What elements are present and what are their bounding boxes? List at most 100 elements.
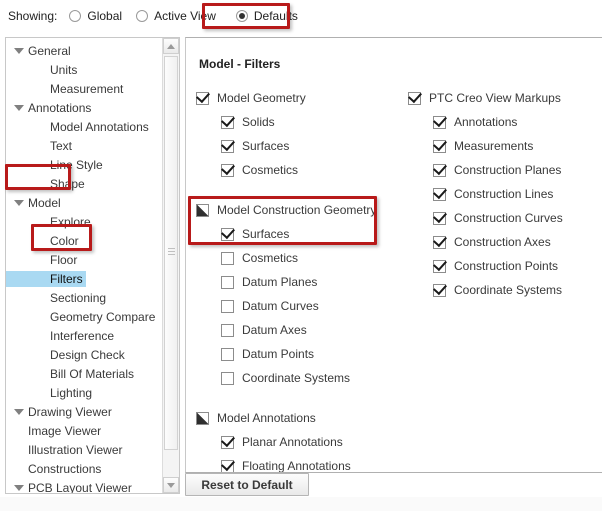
radio-option-defaults[interactable]: Defaults — [230, 6, 307, 26]
checkbox-unchecked-icon[interactable] — [221, 347, 234, 361]
checkbox-row-ptc-creo-view-markups[interactable]: PTC Creo View Markups — [408, 86, 598, 110]
tree-item-sectioning[interactable]: Sectioning — [6, 288, 162, 307]
checkbox-checked-icon[interactable] — [433, 187, 446, 201]
radio-active-view-icon[interactable] — [136, 10, 149, 22]
checkbox-partial-icon[interactable] — [196, 203, 209, 217]
radio-option-active-view[interactable]: Active View — [136, 9, 216, 23]
checkbox-row-coordinate-systems[interactable]: Coordinate Systems — [196, 366, 401, 390]
tree-item-filters[interactable]: Filters — [6, 269, 162, 288]
checkbox-checked-icon[interactable] — [221, 459, 234, 472]
checkbox-unchecked-icon[interactable] — [221, 323, 234, 337]
checkbox-row-datum-points[interactable]: Datum Points — [196, 342, 401, 366]
page-title: Model - Filters — [199, 57, 281, 71]
tree-item-pcb-layout-viewer[interactable]: PCB Layout Viewer — [6, 478, 162, 493]
checkbox-label: PTC Creo View Markups — [429, 91, 561, 105]
checkbox-row-datum-axes[interactable]: Datum Axes — [196, 318, 401, 342]
tree-item-explore[interactable]: Explore — [6, 212, 162, 231]
checkbox-row-model-geometry[interactable]: Model Geometry — [196, 86, 401, 110]
checkbox-label: Model Construction Geometry — [217, 203, 377, 217]
checkbox-row-construction-points[interactable]: Construction Points — [408, 254, 598, 278]
checkbox-unchecked-icon[interactable] — [221, 371, 234, 385]
tree-item-model-annotations[interactable]: Model Annotations — [6, 117, 162, 136]
checkbox-checked-icon[interactable] — [433, 139, 446, 153]
checkbox-checked-icon[interactable] — [408, 91, 421, 105]
tree-item-general[interactable]: General — [6, 41, 162, 60]
checkbox-row-surfaces[interactable]: Surfaces — [196, 222, 401, 246]
bottom-strip — [0, 497, 602, 511]
checkbox-row-coordinate-systems[interactable]: Coordinate Systems — [408, 278, 598, 302]
tree-item-drawing-viewer[interactable]: Drawing Viewer — [6, 402, 162, 421]
checkbox-row-planar-annotations[interactable]: Planar Annotations — [196, 430, 401, 454]
checkbox-checked-icon[interactable] — [221, 163, 234, 177]
checkbox-row-construction-axes[interactable]: Construction Axes — [408, 230, 598, 254]
tree-item-color[interactable]: Color — [6, 231, 162, 250]
showing-label: Showing: — [8, 9, 58, 23]
expand-triangle-icon[interactable] — [14, 198, 24, 207]
checkbox-row-construction-lines[interactable]: Construction Lines — [408, 182, 598, 206]
checkbox-unchecked-icon[interactable] — [221, 299, 234, 313]
preferences-tree-panel[interactable]: General Units Measurement Annotations Model … — [5, 37, 180, 494]
expand-triangle-icon[interactable] — [14, 483, 24, 492]
checkbox-row-datum-planes[interactable]: Datum Planes — [196, 270, 401, 294]
checkbox-checked-icon[interactable] — [433, 235, 446, 249]
checkbox-checked-icon[interactable] — [433, 115, 446, 129]
checkbox-checked-icon[interactable] — [433, 283, 446, 297]
tree-item-units[interactable]: Units — [6, 60, 162, 79]
tree-item-label: Geometry Compare — [50, 309, 156, 324]
tree-item-constructions[interactable]: Constructions — [6, 459, 162, 478]
checkbox-checked-icon[interactable] — [221, 139, 234, 153]
expand-triangle-icon[interactable] — [14, 407, 24, 416]
checkbox-partial-icon[interactable] — [196, 411, 209, 425]
scrollbar-thumb[interactable] — [164, 56, 178, 450]
checkbox-checked-icon[interactable] — [196, 91, 209, 105]
radio-defaults-icon[interactable] — [235, 10, 248, 22]
scroll-up-button[interactable] — [163, 38, 179, 54]
expand-triangle-icon[interactable] — [14, 103, 24, 112]
checkbox-row-construction-curves[interactable]: Construction Curves — [408, 206, 598, 230]
checkbox-row-solids[interactable]: Solids — [196, 110, 401, 134]
radio-global-icon[interactable] — [69, 10, 82, 22]
tree-item-interference[interactable]: Interference — [6, 326, 162, 345]
checkbox-checked-icon[interactable] — [433, 211, 446, 225]
checkbox-checked-icon[interactable] — [433, 259, 446, 273]
checkbox-row-construction-planes[interactable]: Construction Planes — [408, 158, 598, 182]
checkbox-row-surfaces[interactable]: Surfaces — [196, 134, 401, 158]
tree-item-floor[interactable]: Floor — [6, 250, 162, 269]
checkbox-row-cosmetics[interactable]: Cosmetics — [196, 246, 401, 270]
checkbox-row-datum-curves[interactable]: Datum Curves — [196, 294, 401, 318]
checkbox-row-floating-annotations[interactable]: Floating Annotations — [196, 454, 401, 472]
expand-triangle-icon[interactable] — [14, 46, 24, 55]
checkbox-unchecked-icon[interactable] — [221, 275, 234, 289]
checkbox-checked-icon[interactable] — [221, 227, 234, 241]
tree-item-shape[interactable]: Shape — [6, 174, 162, 193]
checkbox-checked-icon[interactable] — [433, 163, 446, 177]
tree-item-bill-of-materials[interactable]: Bill Of Materials — [6, 364, 162, 383]
checkbox-row-model-construction-geometry[interactable]: Model Construction Geometry — [196, 198, 401, 222]
filters-left-column: Model Geometry Solids Surfaces Cosmetics Mod… — [196, 86, 401, 472]
tree-item-geometry-compare[interactable]: Geometry Compare — [6, 307, 162, 326]
checkbox-unchecked-icon[interactable] — [221, 251, 234, 265]
checkbox-checked-icon[interactable] — [221, 435, 234, 449]
checkbox-row-measurements[interactable]: Measurements — [408, 134, 598, 158]
tree-scrollbar[interactable] — [162, 38, 179, 493]
radio-defaults-label: Defaults — [253, 9, 298, 23]
tree-item-measurement[interactable]: Measurement — [6, 79, 162, 98]
checkbox-row-model-annotations[interactable]: Model Annotations — [196, 406, 401, 430]
tree-item-illustration-viewer[interactable]: Illustration Viewer — [6, 440, 162, 459]
tree-item-design-check[interactable]: Design Check — [6, 345, 162, 364]
tree-item-annotations[interactable]: Annotations — [6, 98, 162, 117]
checkbox-row-annotations[interactable]: Annotations — [408, 110, 598, 134]
tree-item-model[interactable]: Model — [6, 193, 162, 212]
tree-item-label: Illustration Viewer — [28, 442, 123, 457]
scroll-down-button[interactable] — [163, 477, 179, 493]
tree-item-text[interactable]: Text — [6, 136, 162, 155]
checkbox-label: Coordinate Systems — [242, 371, 351, 385]
tree-item-image-viewer[interactable]: Image Viewer — [6, 421, 162, 440]
reset-to-default-button[interactable]: Reset to Default — [185, 473, 309, 496]
tree-item-line-style[interactable]: Line Style — [6, 155, 162, 174]
tree-item-lighting[interactable]: Lighting — [6, 383, 162, 402]
tree-item-label: Text — [50, 138, 73, 153]
checkbox-checked-icon[interactable] — [221, 115, 234, 129]
radio-option-global[interactable]: Global — [69, 9, 122, 23]
checkbox-row-cosmetics[interactable]: Cosmetics — [196, 158, 401, 182]
